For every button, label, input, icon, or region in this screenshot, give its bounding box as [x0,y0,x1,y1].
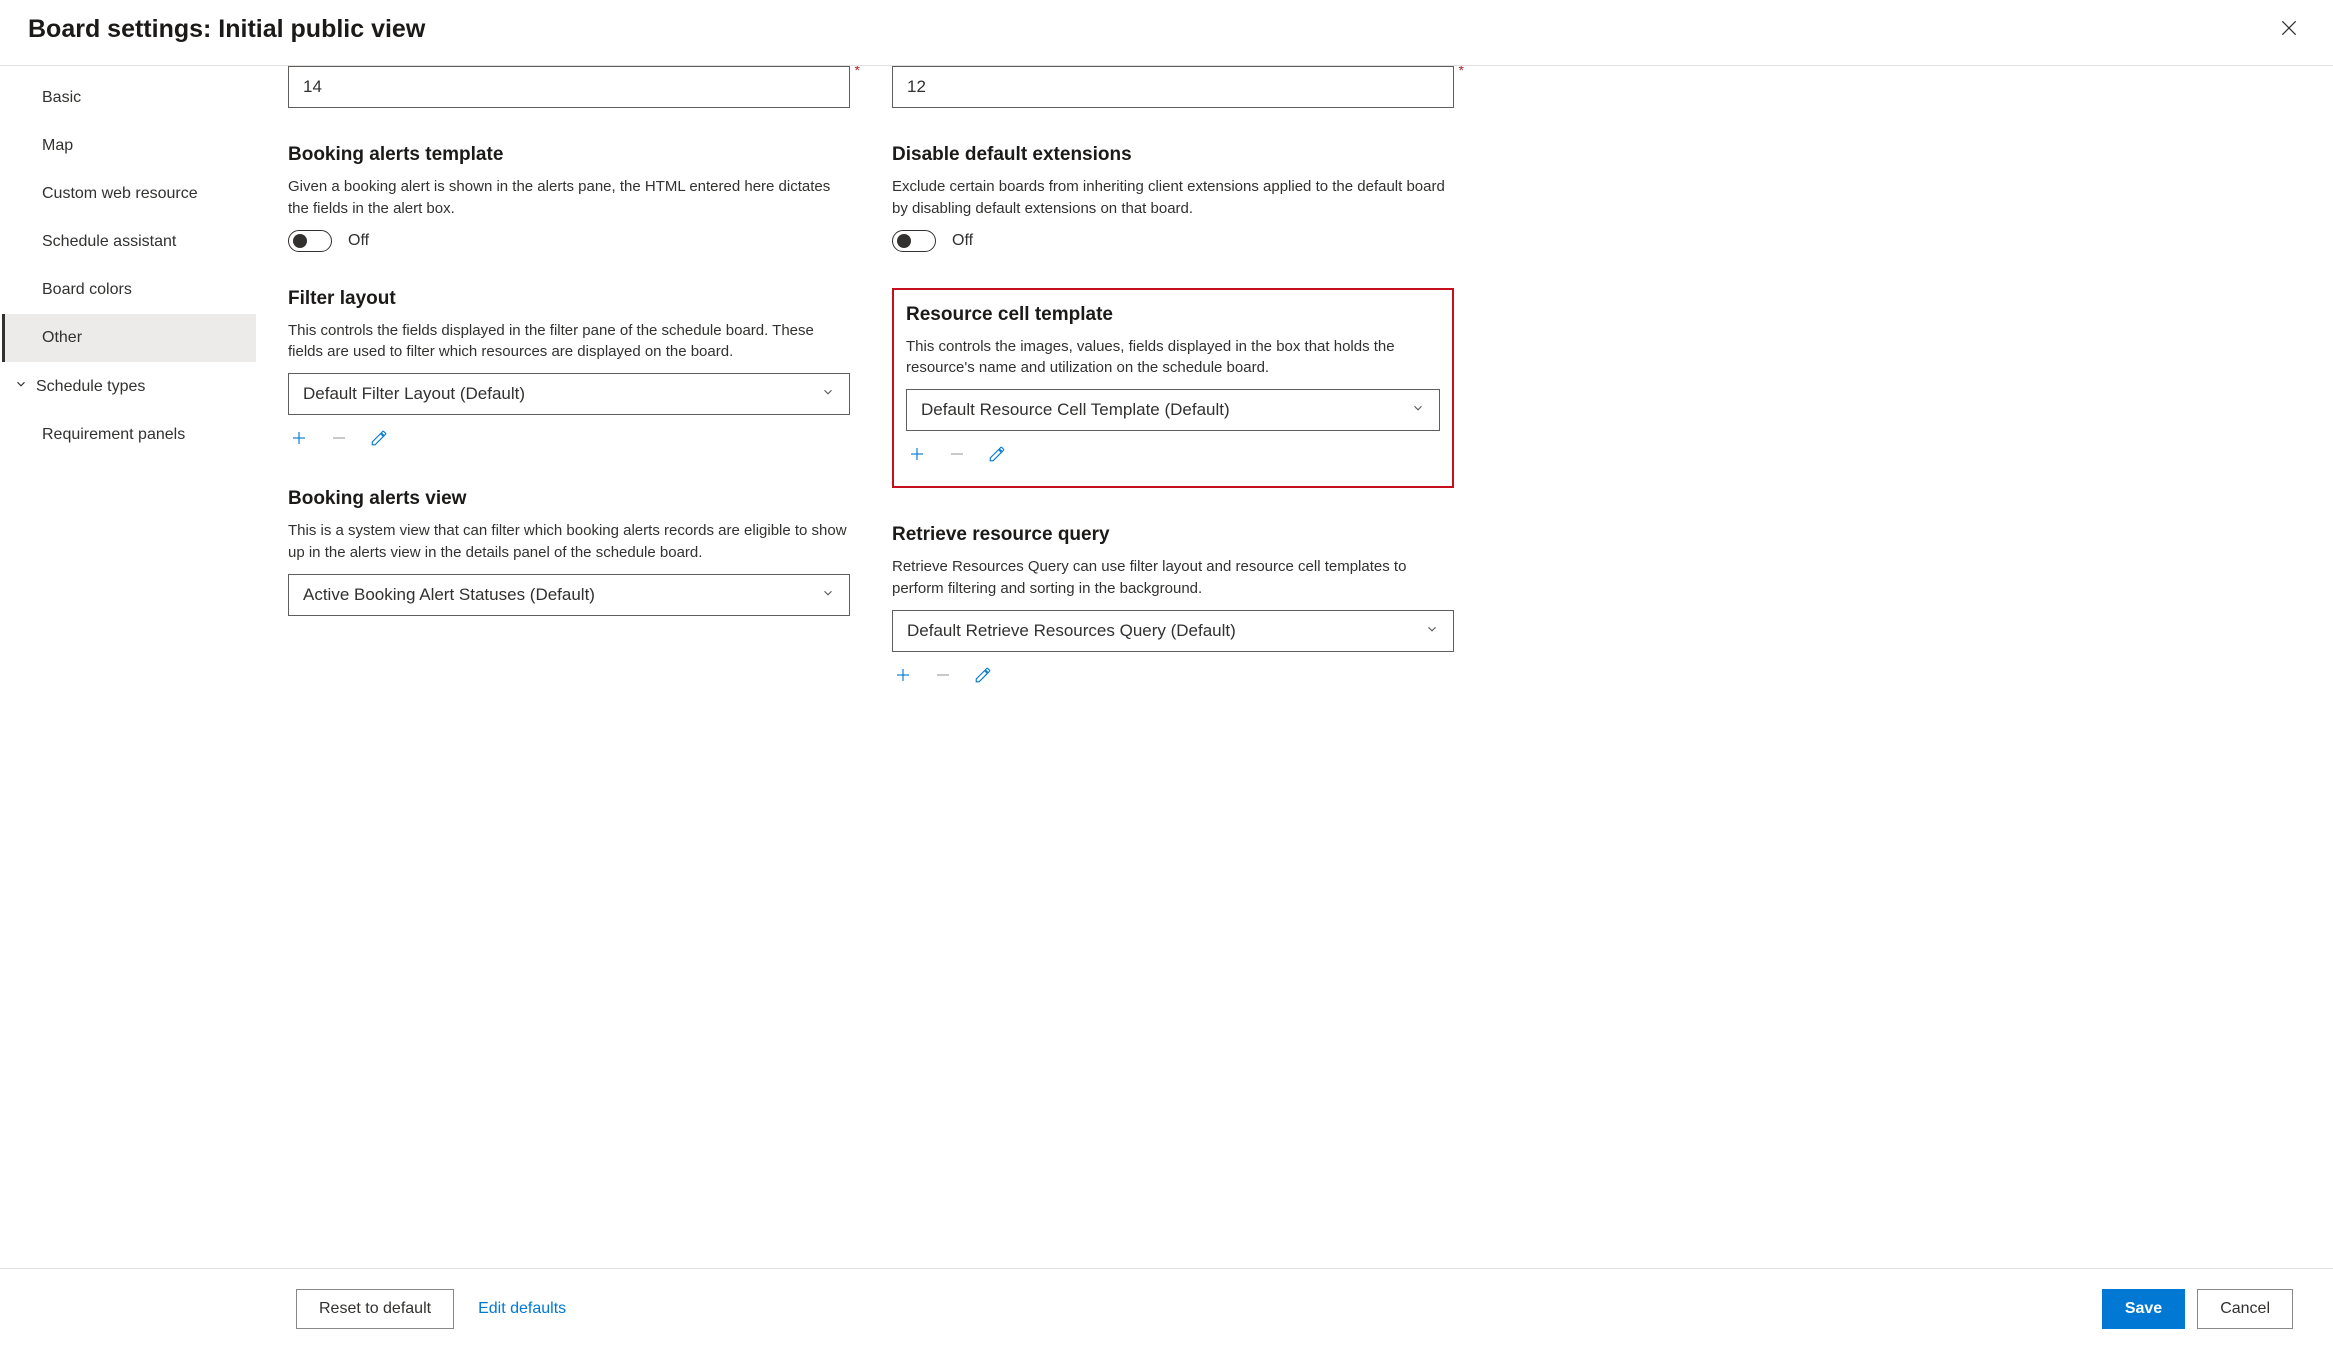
sidebar-item-schedule-types[interactable]: Schedule types [2,362,256,411]
content-pane: * Booking alerts template Given a bookin… [256,66,2333,1268]
required-marker: * [1459,66,1464,78]
plus-icon [290,429,308,450]
field-booking-alerts-view: Booking alerts view This is a system vie… [288,488,850,616]
sidebar-item-requirement-panels[interactable]: Requirement panels [2,411,256,459]
desc-retrieve-resource-query: Retrieve Resources Query can use filter … [892,556,1454,600]
edit-icon [988,445,1006,466]
chevron-down-icon [1425,621,1439,641]
save-button[interactable]: Save [2102,1289,2185,1329]
toggle-disable-default-extensions[interactable] [892,230,936,252]
remove-button-resource-cell-template[interactable] [946,443,968,468]
sidebar-item-other[interactable]: Other [2,314,256,362]
dialog-footer: Reset to default Edit defaults Save Canc… [0,1268,2333,1349]
field-number-left: * [288,66,850,108]
field-number-right: * [892,66,1454,108]
field-disable-default-extensions: Disable default extensions Exclude certa… [892,144,1454,252]
label-disable-default-extensions: Disable default extensions [892,144,1454,166]
add-button-filter-layout[interactable] [288,427,310,452]
field-filter-layout: Filter layout This controls the fields d… [288,288,850,453]
left-column: * Booking alerts template Given a bookin… [288,66,850,725]
field-retrieve-resource-query: Retrieve resource query Retrieve Resourc… [892,524,1454,689]
edit-icon [370,429,388,450]
dropdown-resource-cell-template[interactable]: Default Resource Cell Template (Default) [906,389,1440,431]
close-icon [2279,26,2299,41]
label-filter-layout: Filter layout [288,288,850,310]
add-button-retrieve-resource-query[interactable] [892,664,914,689]
plus-icon [894,666,912,687]
cancel-button[interactable]: Cancel [2197,1289,2293,1329]
dropdown-value-retrieve-resource-query: Default Retrieve Resources Query (Defaul… [907,621,1236,640]
edit-button-retrieve-resource-query[interactable] [972,664,994,689]
label-resource-cell-template: Resource cell template [906,304,1440,326]
sidebar: Basic Map Custom web resource Schedule a… [0,66,256,1268]
edit-button-resource-cell-template[interactable] [986,443,1008,468]
number-input-right[interactable] [892,66,1454,108]
dropdown-filter-layout[interactable]: Default Filter Layout (Default) [288,373,850,415]
desc-booking-alerts-template: Given a booking alert is shown in the al… [288,176,850,220]
reset-to-default-button[interactable]: Reset to default [296,1289,454,1329]
close-button[interactable] [2273,12,2305,47]
highlighted-section-resource-cell-template: Resource cell template This controls the… [892,288,1454,489]
toggle-label-disable-default-extensions: Off [952,232,973,250]
page-title: Board settings: Initial public view [28,15,425,44]
required-marker: * [855,66,860,78]
label-retrieve-resource-query: Retrieve resource query [892,524,1454,546]
desc-disable-default-extensions: Exclude certain boards from inheriting c… [892,176,1454,220]
right-column: * Disable default extensions Exclude cer… [892,66,1454,725]
sidebar-item-schedule-assistant[interactable]: Schedule assistant [2,218,256,266]
edit-button-filter-layout[interactable] [368,427,390,452]
number-input-left[interactable] [288,66,850,108]
plus-icon [908,445,926,466]
minus-icon [948,445,966,466]
field-booking-alerts-template: Booking alerts template Given a booking … [288,144,850,252]
edit-icon [974,666,992,687]
toggle-label-booking-alerts-template: Off [348,232,369,250]
minus-icon [330,429,348,450]
dropdown-value-resource-cell-template: Default Resource Cell Template (Default) [921,400,1230,419]
chevron-down-icon [1411,400,1425,420]
label-booking-alerts-view: Booking alerts view [288,488,850,510]
edit-defaults-link[interactable]: Edit defaults [478,1300,566,1318]
dropdown-booking-alerts-view[interactable]: Active Booking Alert Statuses (Default) [288,574,850,616]
toggle-booking-alerts-template[interactable] [288,230,332,252]
dropdown-value-booking-alerts-view: Active Booking Alert Statuses (Default) [303,585,595,604]
desc-booking-alerts-view: This is a system view that can filter wh… [288,520,850,564]
chevron-down-icon [821,585,835,605]
sidebar-item-map[interactable]: Map [2,122,256,170]
field-resource-cell-template: Resource cell template This controls the… [906,304,1440,469]
dropdown-value-filter-layout: Default Filter Layout (Default) [303,384,525,403]
chevron-down-icon [14,377,28,396]
sidebar-item-basic[interactable]: Basic [2,74,256,122]
desc-filter-layout: This controls the fields displayed in th… [288,320,850,364]
dialog-header: Board settings: Initial public view [0,0,2333,66]
remove-button-filter-layout[interactable] [328,427,350,452]
chevron-down-icon [821,384,835,404]
sidebar-item-label: Schedule types [36,378,145,396]
add-button-resource-cell-template[interactable] [906,443,928,468]
dropdown-retrieve-resource-query[interactable]: Default Retrieve Resources Query (Defaul… [892,610,1454,652]
remove-button-retrieve-resource-query[interactable] [932,664,954,689]
sidebar-item-custom-web-resource[interactable]: Custom web resource [2,170,256,218]
minus-icon [934,666,952,687]
label-booking-alerts-template: Booking alerts template [288,144,850,166]
desc-resource-cell-template: This controls the images, values, fields… [906,336,1440,380]
sidebar-item-board-colors[interactable]: Board colors [2,266,256,314]
